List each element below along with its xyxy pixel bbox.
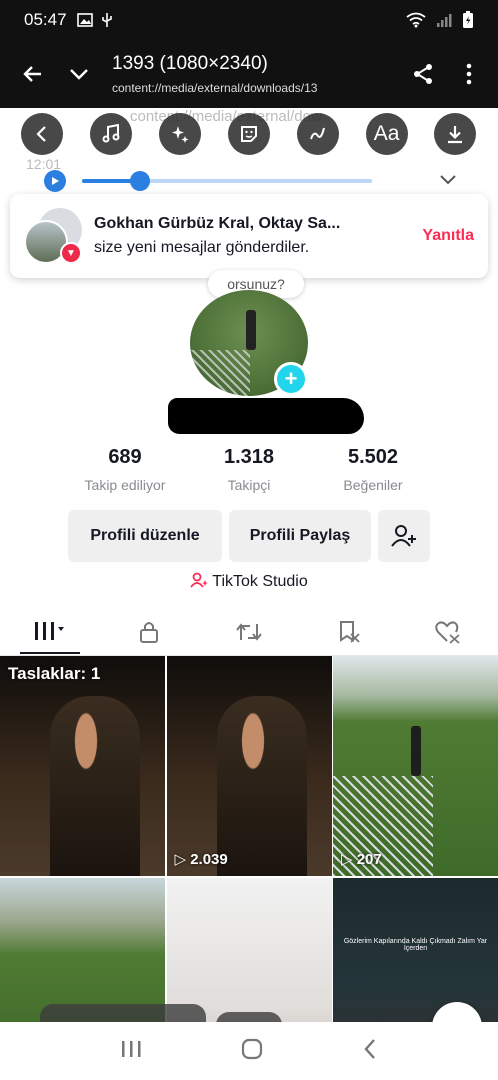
chevron-down-icon xyxy=(70,69,88,80)
heart-hidden-icon xyxy=(435,620,460,644)
floating-pill[interactable] xyxy=(40,1004,206,1022)
notification-message: size yeni mesajlar gönderdiler. xyxy=(94,239,310,256)
notification-avatar: ▼ xyxy=(24,208,82,264)
add-story-button[interactable]: + xyxy=(274,362,308,396)
status-time: 05:47 xyxy=(24,10,67,29)
video-thumbnail[interactable] xyxy=(166,878,332,1022)
collapse-button[interactable] xyxy=(56,62,102,86)
tiktok-studio-link[interactable]: TikTok Studio xyxy=(0,572,498,591)
status-bar: 05:47 xyxy=(0,0,498,40)
plus-icon: + xyxy=(284,366,298,391)
message-badge-icon: ▼ xyxy=(60,242,82,264)
file-title: 1393 (1080×2340) xyxy=(112,53,268,74)
back-button[interactable] xyxy=(10,62,56,86)
profile-tabs xyxy=(0,608,498,656)
video-thumbnail[interactable]: ▷ 2.039 xyxy=(166,656,332,876)
tab-favorites[interactable] xyxy=(319,610,379,654)
recent-apps-icon xyxy=(121,1040,141,1057)
sparkles-icon xyxy=(172,126,189,143)
home-icon xyxy=(241,1038,263,1059)
audio-collapse-button[interactable] xyxy=(440,172,456,190)
likes-stat[interactable]: 5.502 Beğeniler xyxy=(311,446,435,493)
draw-icon xyxy=(309,127,325,140)
grid-icon xyxy=(34,621,64,640)
repost-icon xyxy=(236,622,262,641)
floating-pill[interactable] xyxy=(216,1012,282,1022)
navigation-bar xyxy=(0,1022,498,1080)
following-stat[interactable]: 689 Takip ediliyor xyxy=(63,446,187,493)
chevron-left-icon xyxy=(36,126,47,142)
play-button[interactable] xyxy=(44,170,66,192)
sticker-button[interactable] xyxy=(227,113,270,155)
video-thumbnail[interactable]: Gözlerim Kapılarında Kaldı Çıkmadı Zalım… xyxy=(333,878,498,1022)
chevron-down-icon xyxy=(440,175,456,185)
video-grid: Taslaklar: 1 ▷ 2.039 ▷ 207 Gözlerim Kapı… xyxy=(0,656,498,1022)
audio-seek-knob[interactable] xyxy=(130,171,150,191)
home-button[interactable] xyxy=(241,1038,263,1065)
share-icon xyxy=(414,64,432,84)
arrow-left-icon xyxy=(23,66,41,82)
sticker-icon xyxy=(240,126,257,142)
usb-icon xyxy=(101,13,112,27)
view-count: ▷ 207 xyxy=(341,851,382,868)
download-button[interactable] xyxy=(434,113,477,155)
signal-icon xyxy=(437,14,452,27)
redacted-username xyxy=(168,398,364,434)
tab-reposts[interactable] xyxy=(219,610,279,654)
share-button[interactable] xyxy=(400,62,446,86)
view-count: ▷ 2.039 xyxy=(174,851,228,868)
music-button[interactable] xyxy=(90,113,133,155)
bookmark-icon xyxy=(339,620,360,643)
more-vert-icon xyxy=(466,63,472,85)
followers-stat[interactable]: 1.318 Takipçi xyxy=(187,446,311,493)
text-button[interactable]: Aa xyxy=(365,113,408,155)
audio-seek-slider[interactable] xyxy=(82,171,372,191)
profile-actions: Profili düzenle Profili Paylaş xyxy=(68,510,430,562)
profile-stats: 689 Takip ediliyor 1.318 Takipçi 5.502 B… xyxy=(0,446,498,493)
tab-private[interactable] xyxy=(119,610,179,654)
tab-liked[interactable] xyxy=(418,610,478,654)
screenshot-content: content://media/external/dow Aa 12:01 ▼ … xyxy=(0,108,498,1022)
drafts-label: Taslaklar: 1 xyxy=(8,664,101,683)
play-icon xyxy=(52,177,59,185)
video-thumbnail[interactable]: ▷ 207 xyxy=(333,656,498,876)
audio-player xyxy=(44,168,456,194)
add-user-icon xyxy=(391,525,416,547)
music-icon xyxy=(102,124,120,143)
studio-user-icon xyxy=(190,572,209,588)
video-thumbnail[interactable] xyxy=(0,878,165,1022)
recent-apps-button[interactable] xyxy=(120,1039,142,1064)
add-friend-button[interactable] xyxy=(378,510,430,562)
share-profile-button[interactable]: Profili Paylaş xyxy=(229,510,371,562)
tab-videos[interactable] xyxy=(19,610,80,654)
wifi-icon xyxy=(406,12,426,28)
notification-senders: Gokhan Gürbüz Kral, Oktay Sa... xyxy=(94,215,341,232)
edit-toolbar: Aa xyxy=(0,110,498,158)
more-button[interactable] xyxy=(446,63,492,85)
edit-profile-button[interactable]: Profili düzenle xyxy=(68,510,222,562)
video-caption: Gözlerim Kapılarında Kaldı Çıkmadı Zalım… xyxy=(343,938,488,952)
lock-icon xyxy=(140,621,159,643)
video-thumbnail[interactable]: Taslaklar: 1 xyxy=(0,656,165,876)
reply-button[interactable]: Yanıtla xyxy=(422,227,474,245)
message-notification[interactable]: ▼ Gokhan Gürbüz Kral, Oktay Sa... size y… xyxy=(10,194,488,278)
image-icon xyxy=(76,13,93,27)
effects-button[interactable] xyxy=(159,113,202,155)
nav-back-button[interactable] xyxy=(362,1038,378,1065)
draw-button[interactable] xyxy=(296,113,339,155)
back-icon xyxy=(364,1038,376,1059)
text-icon: Aa xyxy=(373,122,400,145)
file-path: content://media/external/downloads/13 xyxy=(112,81,318,95)
download-icon xyxy=(448,126,463,144)
viewer-header: 1393 (1080×2340) content://media/externa… xyxy=(0,40,498,108)
edit-back-button[interactable] xyxy=(21,113,64,155)
battery-icon xyxy=(463,11,473,28)
